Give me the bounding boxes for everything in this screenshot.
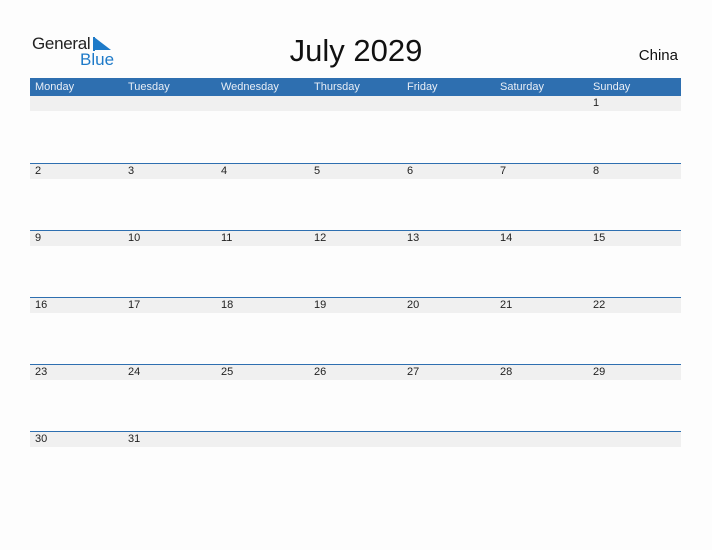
weekday-tuesday: Tuesday: [128, 81, 170, 93]
day-cell: [30, 96, 123, 111]
day-cell: 27: [407, 366, 420, 378]
day-cell: 20: [407, 299, 420, 311]
week-row: 30 31: [30, 431, 681, 498]
day-cell: 2: [35, 165, 42, 177]
day-cell: [309, 96, 402, 111]
day-cell: 9: [35, 232, 42, 244]
day-cell: 6: [407, 165, 414, 177]
date-band: 16 17 18 19 20 21 22: [30, 298, 681, 313]
day-cell: [495, 96, 588, 111]
date-band: 1: [30, 96, 681, 111]
day-cell: 18: [221, 299, 234, 311]
day-cell: 22: [593, 299, 606, 311]
day-cell: 21: [500, 299, 513, 311]
week-row: 2 3 4 5 6 7 8: [30, 163, 681, 230]
day-cell: 14: [500, 232, 513, 244]
weeks-container: 1 2 3 4 5 6 7 8 9 10 11 12 13 14 15 16 17 18 19 20 21 22 23 24 2…: [30, 96, 681, 498]
week-row: 23 24 25 26 27 28 29: [30, 364, 681, 431]
day-cell: 24: [128, 366, 141, 378]
date-band: 23 24 25 26 27 28 29: [30, 365, 681, 380]
weekday-sunday: Sunday: [593, 81, 631, 93]
day-cell: 15: [593, 232, 606, 244]
day-cell: 30: [35, 433, 48, 445]
week-row: 1: [30, 96, 681, 163]
day-cell: 4: [221, 165, 228, 177]
date-band: 9 10 11 12 13 14 15: [30, 231, 681, 246]
day-cell: 12: [314, 232, 327, 244]
day-cell: 7: [500, 165, 507, 177]
day-cell: [402, 432, 495, 447]
weekday-friday: Friday: [407, 81, 438, 93]
day-cell: [588, 432, 681, 447]
day-cell: 26: [314, 366, 327, 378]
day-cell: [402, 96, 495, 111]
day-cell: 29: [593, 366, 606, 378]
day-cell: [216, 432, 309, 447]
day-cell: 8: [593, 165, 600, 177]
week-row: 16 17 18 19 20 21 22: [30, 297, 681, 364]
weekday-header: Monday Tuesday Wednesday Thursday Friday…: [30, 78, 681, 96]
day-cell: 28: [500, 366, 513, 378]
day-cell: [216, 96, 309, 111]
day-cell: 13: [407, 232, 420, 244]
day-cell: [123, 96, 216, 111]
day-cell: 16: [35, 299, 48, 311]
day-cell: 23: [35, 366, 48, 378]
date-band: 30 31: [30, 432, 681, 447]
calendar-title: July 2029: [289, 33, 423, 68]
day-cell: [309, 432, 402, 447]
weekday-wednesday: Wednesday: [221, 81, 279, 93]
day-cell: 1: [593, 97, 600, 109]
weekday-thursday: Thursday: [314, 81, 360, 93]
day-cell: 19: [314, 299, 327, 311]
day-cell: 3: [128, 165, 135, 177]
day-cell: 10: [128, 232, 141, 244]
date-band: 2 3 4 5 6 7 8: [30, 164, 681, 179]
weekday-monday: Monday: [35, 81, 75, 93]
day-cell: [495, 432, 588, 447]
weekday-saturday: Saturday: [500, 81, 545, 93]
week-row: 9 10 11 12 13 14 15: [30, 230, 681, 297]
day-cell: 31: [128, 433, 141, 445]
day-cell: 11: [221, 232, 233, 244]
day-cell: 5: [314, 165, 321, 177]
day-cell: 25: [221, 366, 234, 378]
country-label: China: [638, 47, 678, 64]
calendar-grid: Monday Tuesday Wednesday Thursday Friday…: [30, 78, 681, 498]
day-cell: 17: [128, 299, 141, 311]
